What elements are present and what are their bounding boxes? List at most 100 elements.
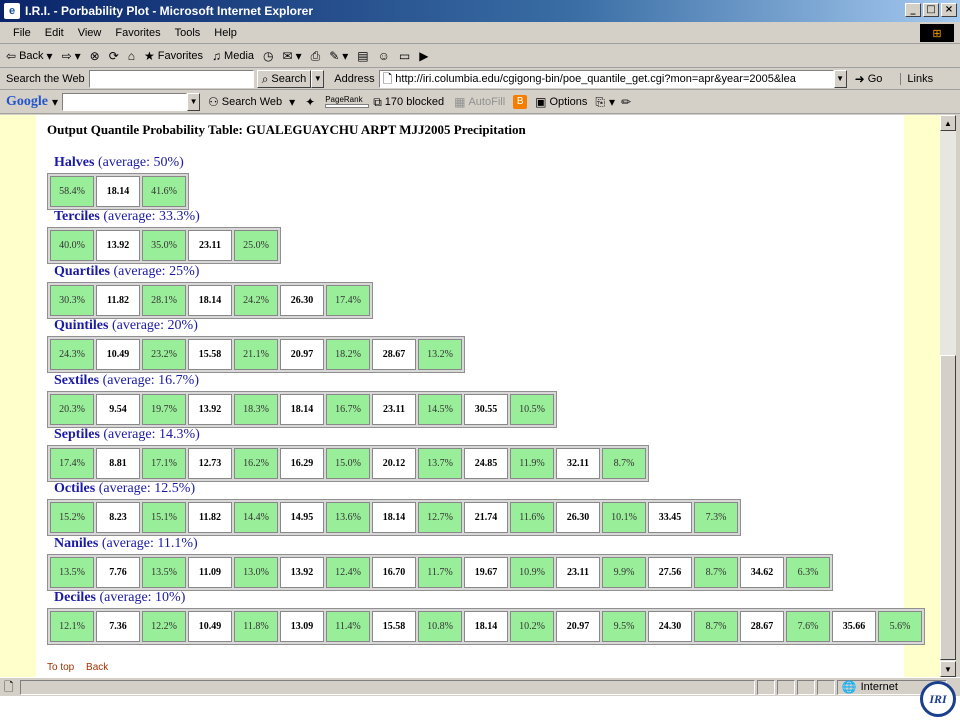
probability-cell: 5.6%: [878, 611, 922, 642]
menu-bar: File Edit View Favorites Tools Help ⊞: [0, 22, 960, 44]
threshold-cell: 24.85: [464, 448, 508, 479]
home-button[interactable]: ⌂: [128, 50, 135, 62]
address-input[interactable]: 🗋 http://iri.columbia.edu/cgigong-bin/po…: [378, 69, 834, 88]
research-button[interactable]: ▭: [399, 50, 410, 62]
menu-file[interactable]: File: [13, 27, 31, 39]
links-button[interactable]: Links: [900, 72, 933, 85]
up-folder-icon[interactable]: ⎘: [595, 96, 605, 108]
google-logo[interactable]: Google: [6, 94, 48, 110]
chevron-down-icon[interactable]: ▾: [609, 96, 615, 108]
probability-cell: 11.6%: [510, 502, 554, 533]
quantile-row: 40.0% 13.92 35.0% 23.11 25.0%: [47, 227, 281, 264]
search-button[interactable]: ⌕ Search: [256, 69, 312, 88]
probability-cell: 15.0%: [326, 448, 370, 479]
forward-arrow-icon: ⇨: [61, 48, 72, 63]
probability-cell: 7.3%: [694, 502, 738, 533]
pagerank-indicator[interactable]: PageRank: [325, 95, 370, 108]
to-top-link[interactable]: To top: [47, 662, 74, 673]
minimize-button[interactable]: _: [905, 3, 921, 17]
play-icon: ▶: [419, 48, 429, 63]
address-dropdown-icon[interactable]: ▼: [833, 69, 847, 88]
status-segment: [776, 679, 795, 695]
quantile-row: 13.5% 7.76 13.5% 11.09 13.0% 13.92 12.4% 16.70 1…: [47, 554, 833, 591]
search-web-input[interactable]: [88, 69, 254, 88]
scroll-down-icon[interactable]: ▼: [940, 661, 956, 677]
search-icon: ⌕: [261, 71, 269, 86]
group-heading: Deciles (average: 10%): [54, 590, 186, 605]
address-label: Address: [334, 72, 375, 85]
forward-button[interactable]: ⇨ ▾: [62, 50, 81, 62]
print-icon: ⎙: [310, 48, 321, 63]
google-dropdown-icon[interactable]: ▼: [187, 92, 201, 111]
threshold-cell: 13.92: [96, 230, 140, 261]
probability-cell: 12.7%: [418, 502, 462, 533]
threshold-cell: 20.12: [372, 448, 416, 479]
highlighter-icon[interactable]: ✏: [621, 96, 631, 108]
autofill-button[interactable]: ▦ AutoFill: [454, 96, 505, 108]
menu-tools[interactable]: Tools: [175, 27, 201, 39]
group-heading: Halves (average: 50%): [54, 155, 184, 170]
page-status-icon: 🗋: [4, 680, 14, 694]
print-button[interactable]: ⎙: [311, 50, 321, 62]
menu-edit[interactable]: Edit: [45, 27, 64, 39]
left-margin: [0, 115, 36, 677]
probability-cell: 10.9%: [510, 557, 554, 588]
play-button[interactable]: ▶: [419, 50, 428, 62]
chevron-down-icon[interactable]: ▾: [52, 96, 58, 108]
blogger-icon[interactable]: B: [513, 94, 528, 109]
vertical-scrollbar[interactable]: ▲ ▼: [940, 115, 956, 677]
threshold-cell: 20.97: [556, 611, 600, 642]
popup-blocker[interactable]: ⧉ 170 blocked: [373, 96, 444, 108]
probability-cell: 6.3%: [786, 557, 830, 588]
threshold-cell: 23.11: [188, 230, 232, 261]
google-search-input[interactable]: [62, 92, 188, 111]
menu-favorites[interactable]: Favorites: [115, 27, 160, 39]
edit-button[interactable]: ✎ ▾: [329, 50, 348, 62]
threshold-cell: 10.49: [96, 339, 140, 370]
probability-cell: 13.2%: [418, 339, 462, 370]
chevron-down-icon[interactable]: ▾: [47, 50, 53, 62]
search-web-button[interactable]: ⚇ Search Web ▾: [208, 96, 295, 108]
probability-cell: 12.2%: [142, 611, 186, 642]
mail-button[interactable]: ✉ ▾: [283, 50, 302, 62]
status-segment: [756, 679, 775, 695]
probability-cell: 13.7%: [418, 448, 462, 479]
favorites-icon: ★: [144, 48, 155, 63]
threshold-cell: 15.58: [188, 339, 232, 370]
ie-icon: e: [4, 3, 20, 19]
close-button[interactable]: ×: [941, 3, 957, 17]
status-text: [19, 679, 755, 695]
scroll-thumb[interactable]: [940, 355, 956, 660]
page-icon: 🗋: [382, 71, 393, 86]
menu-help[interactable]: Help: [214, 27, 237, 39]
options-button[interactable]: ▣ Options: [535, 96, 587, 108]
stop-button[interactable]: ⊗: [90, 50, 100, 62]
back-link[interactable]: Back: [86, 662, 108, 673]
refresh-button[interactable]: ⟳: [109, 50, 119, 62]
history-button[interactable]: ◷: [263, 50, 273, 62]
probability-cell: 16.2%: [234, 448, 278, 479]
probability-cell: 13.0%: [234, 557, 278, 588]
probability-cell: 10.5%: [510, 394, 554, 425]
group-heading: Octiles (average: 12.5%): [54, 481, 196, 496]
group-heading: Terciles (average: 33.3%): [54, 209, 200, 224]
discuss-button[interactable]: ▤: [357, 50, 368, 62]
media-button[interactable]: ♫ Media: [212, 50, 254, 62]
menu-view[interactable]: View: [78, 27, 102, 39]
maximize-button[interactable]: □: [923, 3, 939, 17]
probability-cell: 20.3%: [50, 394, 94, 425]
go-button[interactable]: ➜ Go: [855, 73, 883, 85]
threshold-cell: 32.11: [556, 448, 600, 479]
messenger-button[interactable]: ☺: [378, 50, 390, 62]
scroll-up-icon[interactable]: ▲: [940, 115, 956, 131]
probability-cell: 10.1%: [602, 502, 646, 533]
quantile-row: 12.1% 7.36 12.2% 10.49 11.8% 13.09 11.4% 15.58 1…: [47, 608, 925, 645]
probability-cell: 14.5%: [418, 394, 462, 425]
favorites-button[interactable]: ★ Favorites: [144, 50, 203, 62]
search-dropdown-icon[interactable]: ▼: [311, 69, 325, 88]
probability-cell: 11.7%: [418, 557, 462, 588]
threshold-cell: 8.23: [96, 502, 140, 533]
news-icon[interactable]: ✦: [305, 96, 315, 108]
back-button[interactable]: ⇦ Back ▾: [6, 50, 53, 62]
threshold-cell: 16.29: [280, 448, 324, 479]
